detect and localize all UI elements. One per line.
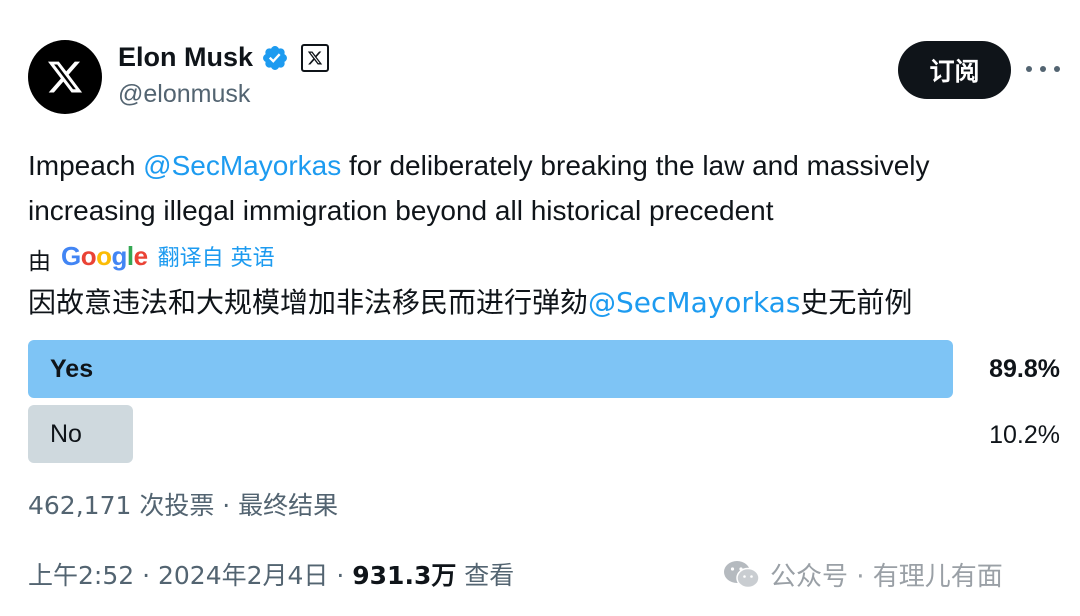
poll-option-yes: Yes bbox=[28, 340, 953, 398]
translated-from-link[interactable]: 翻译自 英语 bbox=[158, 240, 275, 272]
poll-option-label: Yes bbox=[50, 354, 94, 383]
tweet-text-before: Impeach bbox=[28, 150, 144, 181]
tweet-text: Impeach @SecMayorkas for deliberately br… bbox=[28, 143, 1058, 233]
watermark: 公众号 · 有理儿有面 bbox=[722, 556, 1003, 593]
wechat-icon bbox=[724, 560, 760, 588]
translated-text-after: 史无前例 bbox=[800, 286, 913, 319]
poll-option-percent: 89.8% bbox=[989, 355, 1060, 383]
more-dots-icon[interactable] bbox=[1026, 54, 1060, 84]
poll-meta: 462,171 次投票 · 最终结果 bbox=[28, 491, 339, 520]
subscribe-button[interactable]: 订阅 bbox=[898, 41, 1011, 99]
translated-text: 因故意违法和大规模增加非法移民而进行弹劾@SecMayorkas史无前例 bbox=[28, 280, 912, 325]
verified-badge-icon bbox=[263, 45, 287, 70]
translated-text-before: 因故意违法和大规模增加非法移民而进行弹劾 bbox=[28, 286, 589, 319]
tweet-mention-link[interactable]: @SecMayorkas bbox=[143, 150, 341, 181]
poll-option-no: No bbox=[28, 405, 133, 463]
x-affiliate-badge-icon bbox=[301, 43, 330, 72]
poll-option-percent: 10.2% bbox=[989, 421, 1060, 449]
translated-mention-link[interactable]: @SecMayorkas bbox=[588, 286, 800, 319]
tweet-timestamp[interactable]: 上午2:52 · 2024年2月4日 · 931.3万 查看 bbox=[28, 556, 514, 592]
google-logo: Google bbox=[61, 240, 148, 271]
author-display-name[interactable]: Elon Musk bbox=[118, 42, 253, 73]
x-logo-icon bbox=[47, 61, 83, 93]
view-label: 查看 bbox=[456, 561, 515, 590]
translated-by-label: 由 bbox=[28, 249, 51, 275]
author-name-row: Elon Musk bbox=[118, 42, 330, 73]
author-handle[interactable]: @elonmusk bbox=[118, 80, 250, 109]
view-count: 931.3万 bbox=[352, 561, 457, 590]
watermark-text: 公众号 · 有理儿有面 bbox=[770, 562, 1003, 592]
avatar[interactable] bbox=[28, 40, 102, 114]
poll-option-label: No bbox=[50, 419, 82, 448]
tweet-time-date: 上午2:52 · 2024年2月4日 · bbox=[28, 561, 353, 590]
translation-attribution: 由 Google 翻译自 英语 bbox=[28, 236, 275, 276]
